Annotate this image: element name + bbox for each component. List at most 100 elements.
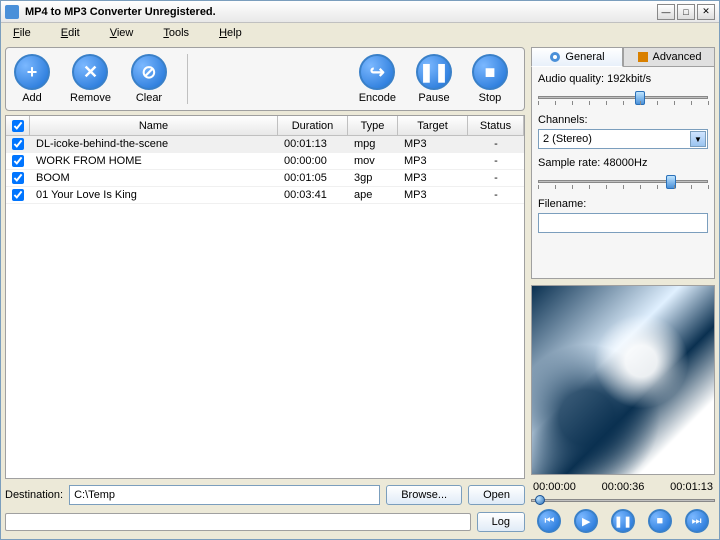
- remove-label: Remove: [70, 92, 111, 104]
- row-status: -: [468, 153, 524, 169]
- seek-slider[interactable]: [531, 495, 715, 507]
- col-name[interactable]: Name: [30, 116, 278, 135]
- clear-label: Clear: [136, 92, 162, 104]
- table-header: Name Duration Type Target Status: [6, 116, 524, 136]
- log-row: Log: [5, 511, 525, 533]
- preview-pane: [531, 285, 715, 475]
- row-status: -: [468, 170, 524, 186]
- sample-label: Sample rate: 48000Hz: [538, 157, 708, 169]
- sample-slider[interactable]: [538, 172, 708, 192]
- remove-button[interactable]: ✕ Remove: [70, 54, 111, 104]
- maximize-button[interactable]: □: [677, 4, 695, 20]
- window-title: MP4 to MP3 Converter Unregistered.: [25, 6, 655, 18]
- row-check[interactable]: [6, 170, 30, 186]
- row-target: MP3: [398, 153, 468, 169]
- player-controls: 00:00:00 00:00:36 00:01:13 ⏮ ▶ ❚❚ ■ ⏭: [531, 481, 715, 533]
- row-target: MP3: [398, 187, 468, 203]
- settings-tabs: General Advanced Audio quality: 192kbit/…: [531, 47, 715, 279]
- time-end: 00:01:13: [670, 481, 713, 493]
- stop-button[interactable]: ■ Stop: [472, 54, 508, 104]
- destination-input[interactable]: [69, 485, 380, 505]
- col-target[interactable]: Target: [398, 116, 468, 135]
- row-target: MP3: [398, 170, 468, 186]
- row-duration: 00:00:00: [278, 153, 348, 169]
- advanced-icon: [637, 51, 649, 63]
- stop-label: Stop: [479, 92, 502, 104]
- menu-view[interactable]: View: [100, 25, 154, 41]
- row-duration: 00:03:41: [278, 187, 348, 203]
- row-status: -: [468, 187, 524, 203]
- row-name: WORK FROM HOME: [30, 153, 278, 169]
- table-row[interactable]: 01 Your Love Is King00:03:41apeMP3-: [6, 187, 524, 204]
- chevron-down-icon: ▼: [690, 131, 706, 147]
- row-type: mov: [348, 153, 398, 169]
- row-type: ape: [348, 187, 398, 203]
- gear-icon: [549, 51, 561, 63]
- add-label: Add: [22, 92, 42, 104]
- next-button[interactable]: ⏭: [685, 509, 709, 533]
- tab-advanced[interactable]: Advanced: [623, 47, 715, 67]
- tab-panel-general: Audio quality: 192kbit/s Channels: 2 (St…: [531, 67, 715, 279]
- row-check[interactable]: [6, 153, 30, 169]
- table-row[interactable]: DL-icoke-behind-the-scene00:01:13mpgMP3-: [6, 136, 524, 153]
- prev-button[interactable]: ⏮: [537, 509, 561, 533]
- quality-slider[interactable]: [538, 88, 708, 108]
- menu-tools[interactable]: Tools: [153, 25, 209, 41]
- row-check[interactable]: [6, 136, 30, 152]
- row-name: DL-icoke-behind-the-scene: [30, 136, 278, 152]
- menu-help[interactable]: Help: [209, 25, 262, 41]
- close-button[interactable]: ✕: [697, 4, 715, 20]
- row-duration: 00:01:05: [278, 170, 348, 186]
- row-name: BOOM: [30, 170, 278, 186]
- col-status[interactable]: Status: [468, 116, 524, 135]
- row-name: 01 Your Love Is King: [30, 187, 278, 203]
- x-icon: ✕: [72, 54, 108, 90]
- table-row[interactable]: BOOM00:01:053gpMP3-: [6, 170, 524, 187]
- menu-file[interactable]: File: [3, 25, 51, 41]
- plus-icon: +: [14, 54, 50, 90]
- open-button[interactable]: Open: [468, 485, 525, 505]
- file-table: Name Duration Type Target Status DL-icok…: [5, 115, 525, 479]
- time-mid: 00:00:36: [602, 481, 645, 493]
- add-button[interactable]: + Add: [14, 54, 50, 104]
- pause-label: Pause: [418, 92, 449, 104]
- channels-label: Channels:: [538, 114, 708, 126]
- col-duration[interactable]: Duration: [278, 116, 348, 135]
- time-start: 00:00:00: [533, 481, 576, 493]
- stop-player-button[interactable]: ■: [648, 509, 672, 533]
- col-type[interactable]: Type: [348, 116, 398, 135]
- table-row[interactable]: WORK FROM HOME00:00:00movMP3-: [6, 153, 524, 170]
- encode-icon: ↪: [359, 54, 395, 90]
- destination-label: Destination:: [5, 489, 63, 501]
- col-check[interactable]: [6, 116, 30, 135]
- browse-button[interactable]: Browse...: [386, 485, 462, 505]
- clear-icon: ⊘: [131, 54, 167, 90]
- destination-row: Destination: Browse... Open: [5, 483, 525, 507]
- clear-button[interactable]: ⊘ Clear: [131, 54, 167, 104]
- log-button[interactable]: Log: [477, 512, 525, 532]
- row-status: -: [468, 136, 524, 152]
- minimize-button[interactable]: —: [657, 4, 675, 20]
- toolbar-divider: [187, 54, 188, 104]
- pause-player-button[interactable]: ❚❚: [611, 509, 635, 533]
- row-type: 3gp: [348, 170, 398, 186]
- menu-edit[interactable]: Edit: [51, 25, 100, 41]
- pause-button[interactable]: ❚❚ Pause: [416, 54, 452, 104]
- check-all[interactable]: [12, 120, 24, 132]
- filename-label: Filename:: [538, 198, 708, 210]
- channels-select[interactable]: 2 (Stereo) ▼: [538, 129, 708, 149]
- progress-bar: [5, 513, 471, 531]
- encode-button[interactable]: ↪ Encode: [359, 54, 396, 104]
- stop-icon: ■: [472, 54, 508, 90]
- encode-label: Encode: [359, 92, 396, 104]
- pause-icon: ❚❚: [416, 54, 452, 90]
- table-body: DL-icoke-behind-the-scene00:01:13mpgMP3-…: [6, 136, 524, 204]
- row-type: mpg: [348, 136, 398, 152]
- play-button[interactable]: ▶: [574, 509, 598, 533]
- tab-general[interactable]: General: [531, 47, 623, 67]
- row-check[interactable]: [6, 187, 30, 203]
- preview-image: [532, 286, 714, 474]
- row-duration: 00:01:13: [278, 136, 348, 152]
- app-icon: [5, 5, 19, 19]
- filename-input[interactable]: [538, 213, 708, 233]
